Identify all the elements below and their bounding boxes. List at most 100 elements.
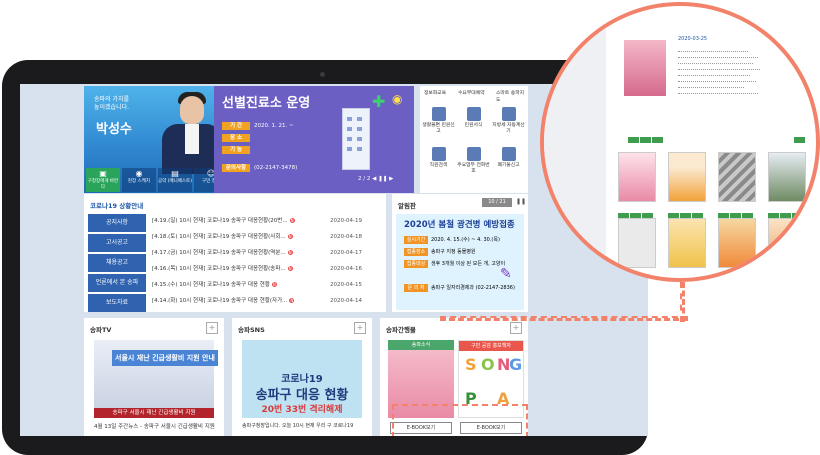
- new-badge-icon: N: [289, 218, 295, 223]
- highlight-outline: [392, 404, 528, 436]
- poster-row: 접종장소 송파구 지정 동물병원: [404, 248, 476, 257]
- zoom-date: 2020-03-25: [678, 36, 708, 42]
- tablet-camera: [320, 72, 325, 77]
- list-item[interactable]: [4.19.(일) 10시 현재] 코로나19 송파구 대응현황(20번... N…: [152, 216, 362, 226]
- zoom-toc: [678, 46, 768, 94]
- quick-menu: 정보화교육 수요부대예약 스마트 송파지도 생활불편 민원신고 민원서식 지방세…: [420, 86, 528, 193]
- sns-line-2: 송파구 대응 현황: [255, 388, 349, 403]
- quick-menu-item[interactable]: 주요업무 전화번호: [457, 144, 490, 177]
- zoom-thumb: [768, 152, 806, 202]
- phone-icon: [466, 147, 481, 161]
- quick-menu-reservation[interactable]: 수요부대예약: [458, 89, 484, 96]
- zoom-thumb: [618, 218, 656, 268]
- publications-title: 송파간행물: [386, 326, 416, 334]
- tv-thumbnail[interactable]: 서울시 재난 긴급생활비 지원 안내 송파구 서울시 재난 긴급생활비 지원: [94, 340, 218, 418]
- banner-pager[interactable]: 2 / 2 ◀ ❚❚ ▶: [358, 176, 393, 182]
- sns-line-1: 코로나19: [281, 374, 323, 385]
- more-plus-icon[interactable]: +: [354, 322, 366, 334]
- sns-line-3: 20번 33번 격리해제: [261, 405, 343, 415]
- covid-notice-board: 코로나19 상황안내 공지사항 고시공고 채용공고 언론에서 본 송파 보도자료…: [84, 194, 386, 312]
- clinic-row: 문의사항 (02-2147-3478): [222, 164, 297, 173]
- tab-recruitment[interactable]: 채용공고: [88, 254, 146, 272]
- mayor-name: 박성수: [96, 122, 132, 137]
- zoom-book-cover: [624, 40, 666, 96]
- new-badge-icon: N: [271, 282, 277, 287]
- tab-public-notice[interactable]: 고시공고: [88, 234, 146, 252]
- zoom-thumb: [618, 152, 656, 202]
- zoom-buttons: [794, 128, 808, 143]
- quick-menu-item[interactable]: 직원검색: [422, 144, 455, 177]
- list-item[interactable]: [4.18.(토) 10시 현재] 코로나19 송파구 대응현황(사회... N 2…: [152, 232, 362, 242]
- map-pin-icon: ◉: [392, 92, 403, 106]
- mayor-tile-sketch[interactable]: ◉ 현장 스케치: [122, 168, 156, 192]
- syringe-icon: ✎: [500, 266, 512, 282]
- mayor-tagline-2: 높이겠습니다.: [94, 104, 130, 111]
- new-badge-icon: N: [287, 234, 293, 239]
- clinic-title: 선별진료소 운영: [222, 96, 311, 111]
- notice-board: 알림판 10 / 21 ❚❚ 2020년 봄철 광견병 예방접종 실시기간 202…: [392, 194, 528, 312]
- songpa-sns-panel: 송파SNS + 코로나19 송파구 대응 현황 20번 33번 격리해제 송파구…: [232, 318, 372, 436]
- poster-row: 실시기간 2020. 4. 15.(수) ~ 4. 30.(목): [404, 236, 500, 245]
- new-badge-icon: N: [289, 298, 295, 303]
- tab-press-release[interactable]: 보도자료: [88, 294, 146, 312]
- songpa-tv-panel: 송파TV + 서울시 재난 긴급생활비 지원 안내 송파구 서울시 재난 긴급생…: [84, 318, 224, 436]
- zoom-thumb: [768, 218, 806, 268]
- tv-thumb-subtitle: 송파구 서울시 재난 긴급생활비 지원: [94, 408, 214, 418]
- search-person-icon: [431, 147, 446, 161]
- list-item[interactable]: [4.15.(수) 10시 현재] 코로나19 송파구 대응 현황 N 2020-0…: [152, 280, 362, 290]
- poster-title: 2020년 봄철 광견병 예방접종: [404, 220, 515, 230]
- tv-thumb-title: 서울시 재난 긴급생활비 지원 안내: [112, 350, 218, 366]
- calculator-icon: [501, 107, 516, 121]
- songpa-tv-title: 송파TV: [90, 326, 112, 334]
- document-icon: ▤: [171, 169, 179, 178]
- songpa-sns-title: 송파SNS: [238, 326, 265, 334]
- quick-menu-item[interactable]: 폐기물신고: [492, 144, 525, 177]
- hospital-building-icon: [342, 108, 370, 170]
- clinic-banner[interactable]: 선별진료소 운영 기 간 2020. 1. 21. ~ 장 소 기 능 문의사항(…: [214, 86, 414, 193]
- quick-menu-item[interactable]: 생활불편 민원신고: [422, 104, 455, 137]
- list-item[interactable]: [4.16.(목) 10시 현재] 코로나19 송파구 대응현황(송파... N 2…: [152, 264, 362, 274]
- pause-icon[interactable]: ❚❚: [516, 198, 526, 205]
- list-item[interactable]: [4.17.(금) 10시 현재] 코로나19 송파구 대응현황(역분... N 2…: [152, 248, 362, 258]
- medical-cross-icon: ✚: [372, 92, 386, 111]
- building-icon: ▣: [99, 169, 107, 178]
- clinic-row: 기 간 2020. 1. 21. ~: [222, 122, 294, 131]
- next-icon[interactable]: ▶: [389, 176, 393, 182]
- form-icon: [466, 107, 481, 121]
- tv-caption[interactable]: 4월 13일 주간뉴스 - 송파구 서울시 긴급생활비 지원: [94, 422, 215, 430]
- list-item[interactable]: [4.14.(화) 10시 현재] 코로나19 송파구 대응 현황(자가... N…: [152, 296, 362, 306]
- complaint-icon: [431, 107, 446, 121]
- covid-board-title: 코로나19 상황안내: [90, 202, 144, 210]
- quick-menu-education[interactable]: 정보화교육: [424, 89, 446, 96]
- quick-menu-item[interactable]: 지방세 자동계산기: [492, 104, 525, 137]
- sns-caption[interactable]: 송파구청장입니다. 오늘 10시 현재 우리 구 코로나19: [242, 422, 353, 429]
- zoom-buttons: [628, 128, 664, 143]
- mayor-tile-pledge[interactable]: ▤ 공약 (매니페스토): [158, 168, 192, 192]
- pause-icon[interactable]: ❚❚: [378, 176, 387, 182]
- clinic-row: 기 능: [222, 146, 254, 155]
- mayor-tile-wishes[interactable]: ▣ 구청장에게 바란다: [86, 168, 120, 192]
- clinic-row: 장 소: [222, 134, 254, 143]
- trash-icon: [501, 147, 516, 161]
- zoom-thumb: [718, 152, 756, 202]
- poster-row: 문 의 처 송파구 일자리경제과 (02-2147-2836): [404, 284, 515, 293]
- zoom-thumb: [668, 218, 706, 268]
- notice-board-title: 알림판: [398, 202, 416, 210]
- zoom-thumb: [668, 152, 706, 202]
- more-plus-icon[interactable]: +: [510, 322, 522, 334]
- zoom-thumb: [718, 218, 756, 268]
- poster-row: 접종대상 생후 3개월 이상 된 모든 개, 고양이: [404, 260, 505, 269]
- quick-menu-item[interactable]: 민원서식: [457, 104, 490, 137]
- tab-notice[interactable]: 공지사항: [88, 214, 146, 232]
- camera-icon: ◉: [135, 169, 143, 178]
- more-plus-icon[interactable]: +: [206, 322, 218, 334]
- mayor-banner[interactable]: 송파의 가치를 높이겠습니다. 박성수 ▣ 구청장에게 바란다 ◉ 현장 스케치 ▤…: [84, 86, 229, 193]
- new-badge-icon: N: [287, 250, 293, 255]
- tab-press-coverage[interactable]: 언론에서 본 송파: [88, 274, 146, 292]
- leader-line: [440, 316, 688, 321]
- notice-poster[interactable]: 2020년 봄철 광견병 예방접종 실시기간 2020. 4. 15.(수) ~ …: [396, 214, 524, 310]
- sns-thumbnail[interactable]: 코로나19 송파구 대응 현황 20번 33번 격리해제: [242, 340, 362, 418]
- quick-menu-map[interactable]: 스마트 송파지도: [496, 89, 524, 103]
- new-badge-icon: N: [287, 266, 293, 271]
- prev-icon[interactable]: ◀: [372, 176, 376, 182]
